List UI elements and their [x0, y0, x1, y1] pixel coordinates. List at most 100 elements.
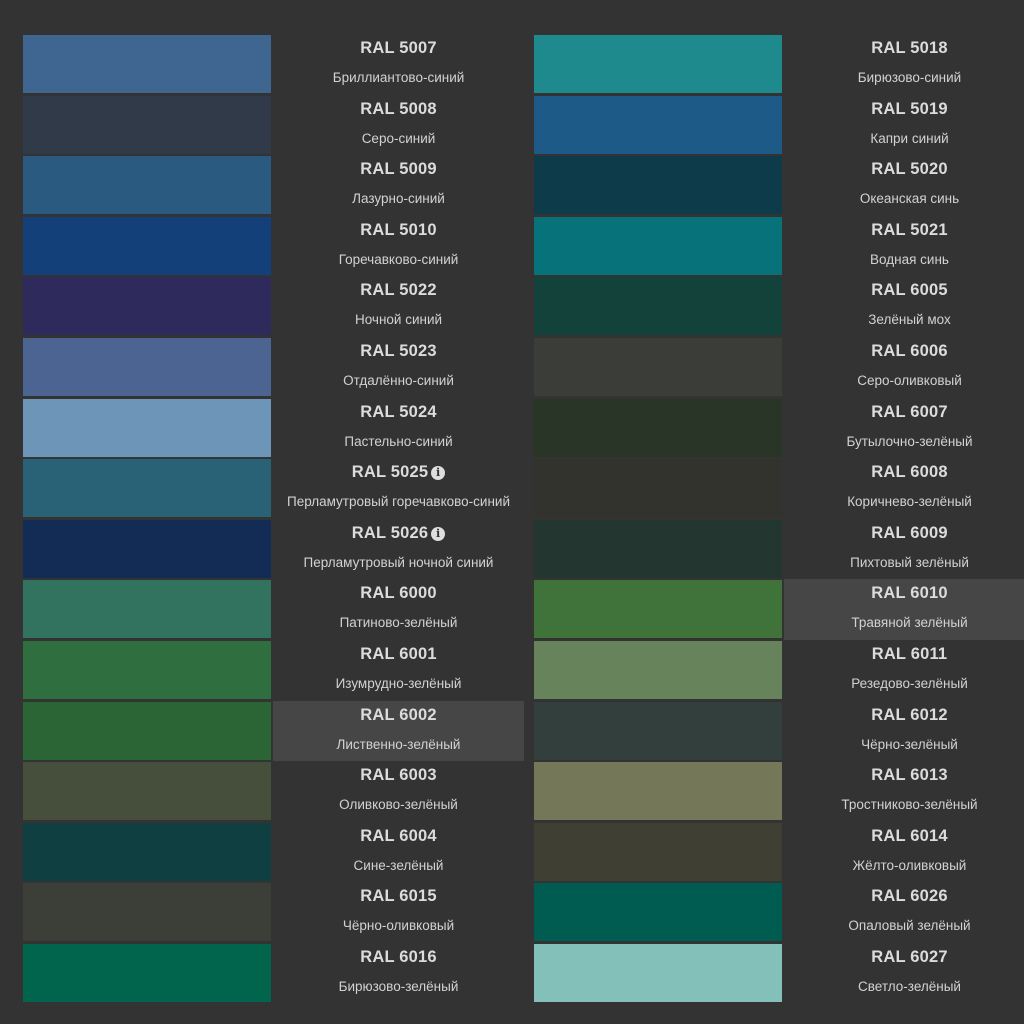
color-swatch[interactable] — [534, 95, 782, 154]
color-swatch[interactable] — [23, 95, 271, 154]
info-icon[interactable]: i — [431, 466, 446, 481]
color-info[interactable]: RAL 6004 Сине-зелёный — [273, 822, 524, 883]
color-info[interactable]: RAL 5007 Бриллиантово-синий — [273, 34, 524, 95]
color-row[interactable]: RAL 6015 Чёрно-оливковый — [22, 882, 524, 943]
color-swatch[interactable] — [534, 459, 782, 518]
color-row[interactable]: RAL 6026 Опаловый зелёный — [533, 882, 1024, 943]
color-row[interactable]: RAL 6007 Бутылочно-зелёный — [533, 398, 1024, 459]
color-swatch[interactable] — [534, 640, 782, 699]
color-info[interactable]: RAL 5025 i Перламутровый горечавково-сини… — [273, 458, 524, 519]
color-row[interactable]: RAL 6011 Резедово-зелёный — [533, 640, 1024, 701]
info-icon[interactable]: i — [431, 526, 446, 541]
color-row[interactable]: RAL 5020 Океанская синь — [533, 155, 1024, 216]
color-info[interactable]: RAL 6026 Опаловый зелёный — [784, 882, 1024, 943]
color-swatch[interactable] — [534, 701, 782, 760]
color-row[interactable]: RAL 5009 Лазурно-синий — [22, 155, 524, 216]
color-row[interactable]: RAL 5018 Бирюзово-синий — [533, 34, 1024, 95]
color-row[interactable]: RAL 5008 Серо-синий — [22, 95, 524, 156]
color-info[interactable]: RAL 6013 Тростниково-зелёный — [784, 761, 1024, 822]
color-name: Океанская синь — [859, 191, 960, 207]
color-swatch[interactable] — [23, 943, 271, 1002]
color-row[interactable]: RAL 6027 Светло-зелёный — [533, 943, 1024, 1004]
color-row[interactable]: RAL 6004 Сине-зелёный — [22, 822, 524, 883]
color-row[interactable]: RAL 6009 Пихтовый зелёный — [533, 519, 1024, 580]
color-swatch[interactable] — [534, 398, 782, 457]
color-swatch[interactable] — [23, 156, 271, 215]
color-swatch[interactable] — [23, 822, 271, 881]
color-swatch[interactable] — [23, 398, 271, 457]
color-swatch[interactable] — [534, 519, 782, 578]
color-row[interactable]: RAL 6016 Бирюзово-зелёный — [22, 943, 524, 1004]
color-info[interactable]: RAL 6002 Лиственно-зелёный — [273, 700, 524, 762]
color-row[interactable]: RAL 6003 Оливково-зелёный — [22, 761, 524, 822]
color-info[interactable]: RAL 6014 Жёлто-оливковый — [784, 822, 1024, 883]
color-info[interactable]: RAL 6006 Серо-оливковый — [784, 337, 1024, 398]
color-swatch[interactable] — [23, 337, 271, 396]
color-swatch[interactable] — [534, 156, 782, 215]
color-row[interactable]: RAL 5026 i Перламутровый ночной синий — [22, 519, 524, 580]
color-info[interactable]: RAL 6012 Чёрно-зелёный — [784, 701, 1024, 762]
color-swatch[interactable] — [23, 519, 271, 578]
color-info[interactable]: RAL 5019 Капри синий — [784, 95, 1024, 156]
color-row[interactable]: RAL 6001 Изумрудно-зелёный — [22, 640, 524, 701]
color-row[interactable]: RAL 5025 i Перламутровый горечавково-сини… — [22, 458, 524, 519]
color-row[interactable]: RAL 6013 Тростниково-зелёный — [533, 761, 1024, 822]
color-swatch[interactable] — [23, 459, 271, 518]
color-swatch[interactable] — [23, 35, 271, 93]
color-row[interactable]: RAL 6008 Коричнево-зелёный — [533, 458, 1024, 519]
color-swatch[interactable] — [534, 580, 782, 639]
color-info[interactable]: RAL 6009 Пихтовый зелёный — [784, 519, 1024, 580]
color-info[interactable]: RAL 5008 Серо-синий — [273, 95, 524, 156]
color-row[interactable]: RAL 6012 Чёрно-зелёный — [533, 701, 1024, 762]
color-swatch[interactable] — [534, 822, 782, 881]
color-swatch[interactable] — [534, 277, 782, 336]
color-row[interactable]: RAL 6000 Патиново-зелёный — [22, 579, 524, 640]
color-row[interactable]: RAL 5023 Отдалённо-синий — [22, 337, 524, 398]
color-swatch[interactable] — [534, 943, 782, 1002]
color-row[interactable]: RAL 5024 Пастельно-синий — [22, 398, 524, 459]
color-info[interactable]: RAL 6015 Чёрно-оливковый — [273, 882, 524, 943]
color-swatch[interactable] — [23, 216, 271, 275]
color-swatch[interactable] — [23, 277, 271, 336]
color-swatch[interactable] — [23, 640, 271, 699]
color-info[interactable]: RAL 6010 Травяной зелёный — [784, 579, 1024, 640]
color-code: RAL 6004 — [273, 827, 524, 846]
color-swatch[interactable] — [23, 883, 271, 942]
color-info[interactable]: RAL 6008 Коричнево-зелёный — [784, 458, 1024, 519]
color-row[interactable]: RAL 5021 Водная синь — [533, 216, 1024, 277]
color-info[interactable]: RAL 6007 Бутылочно-зелёный — [784, 398, 1024, 459]
color-info[interactable]: RAL 5022 Ночной синий — [273, 276, 524, 337]
color-info[interactable]: RAL 6005 Зелёный мох — [784, 276, 1024, 337]
color-info[interactable]: RAL 6011 Резедово-зелёный — [784, 640, 1024, 701]
color-swatch[interactable] — [534, 35, 782, 93]
color-row[interactable]: RAL 6005 Зелёный мох — [533, 276, 1024, 337]
color-info[interactable]: RAL 5018 Бирюзово-синий — [784, 34, 1024, 95]
color-row[interactable]: RAL 5007 Бриллиантово-синий — [22, 34, 524, 95]
color-row[interactable]: RAL 6006 Серо-оливковый — [533, 337, 1024, 398]
color-swatch[interactable] — [23, 762, 271, 821]
color-info[interactable]: RAL 6003 Оливково-зелёный — [273, 761, 524, 822]
color-row[interactable]: RAL 6010 Травяной зелёный — [533, 579, 1024, 640]
color-row[interactable]: RAL 5019 Капри синий — [533, 95, 1024, 156]
color-row[interactable]: RAL 6014 Жёлто-оливковый — [533, 822, 1024, 883]
color-swatch[interactable] — [23, 580, 271, 639]
color-info[interactable]: RAL 5021 Водная синь — [784, 216, 1024, 277]
color-row[interactable]: RAL 6002 Лиственно-зелёный — [22, 700, 524, 762]
color-info[interactable]: RAL 5020 Океанская синь — [784, 155, 1024, 216]
color-info[interactable]: RAL 5026 i Перламутровый ночной синий — [273, 519, 524, 580]
color-swatch[interactable] — [534, 762, 782, 821]
color-info[interactable]: RAL 5009 Лазурно-синий — [273, 155, 524, 216]
color-swatch[interactable] — [23, 701, 271, 760]
color-info[interactable]: RAL 6000 Патиново-зелёный — [273, 579, 524, 640]
color-info[interactable]: RAL 6001 Изумрудно-зелёный — [273, 640, 524, 701]
color-swatch[interactable] — [534, 216, 782, 275]
color-swatch[interactable] — [534, 883, 782, 942]
color-row[interactable]: RAL 5010 Горечавково-синий — [22, 216, 524, 277]
color-row[interactable]: RAL 5022 Ночной синий — [22, 276, 524, 337]
color-info[interactable]: RAL 6016 Бирюзово-зелёный — [273, 943, 524, 1004]
color-info[interactable]: RAL 5024 Пастельно-синий — [273, 398, 524, 459]
color-info[interactable]: RAL 6027 Светло-зелёный — [784, 943, 1024, 1004]
color-info[interactable]: RAL 5023 Отдалённо-синий — [273, 337, 524, 398]
color-swatch[interactable] — [534, 337, 782, 396]
color-info[interactable]: RAL 5010 Горечавково-синий — [273, 216, 524, 277]
